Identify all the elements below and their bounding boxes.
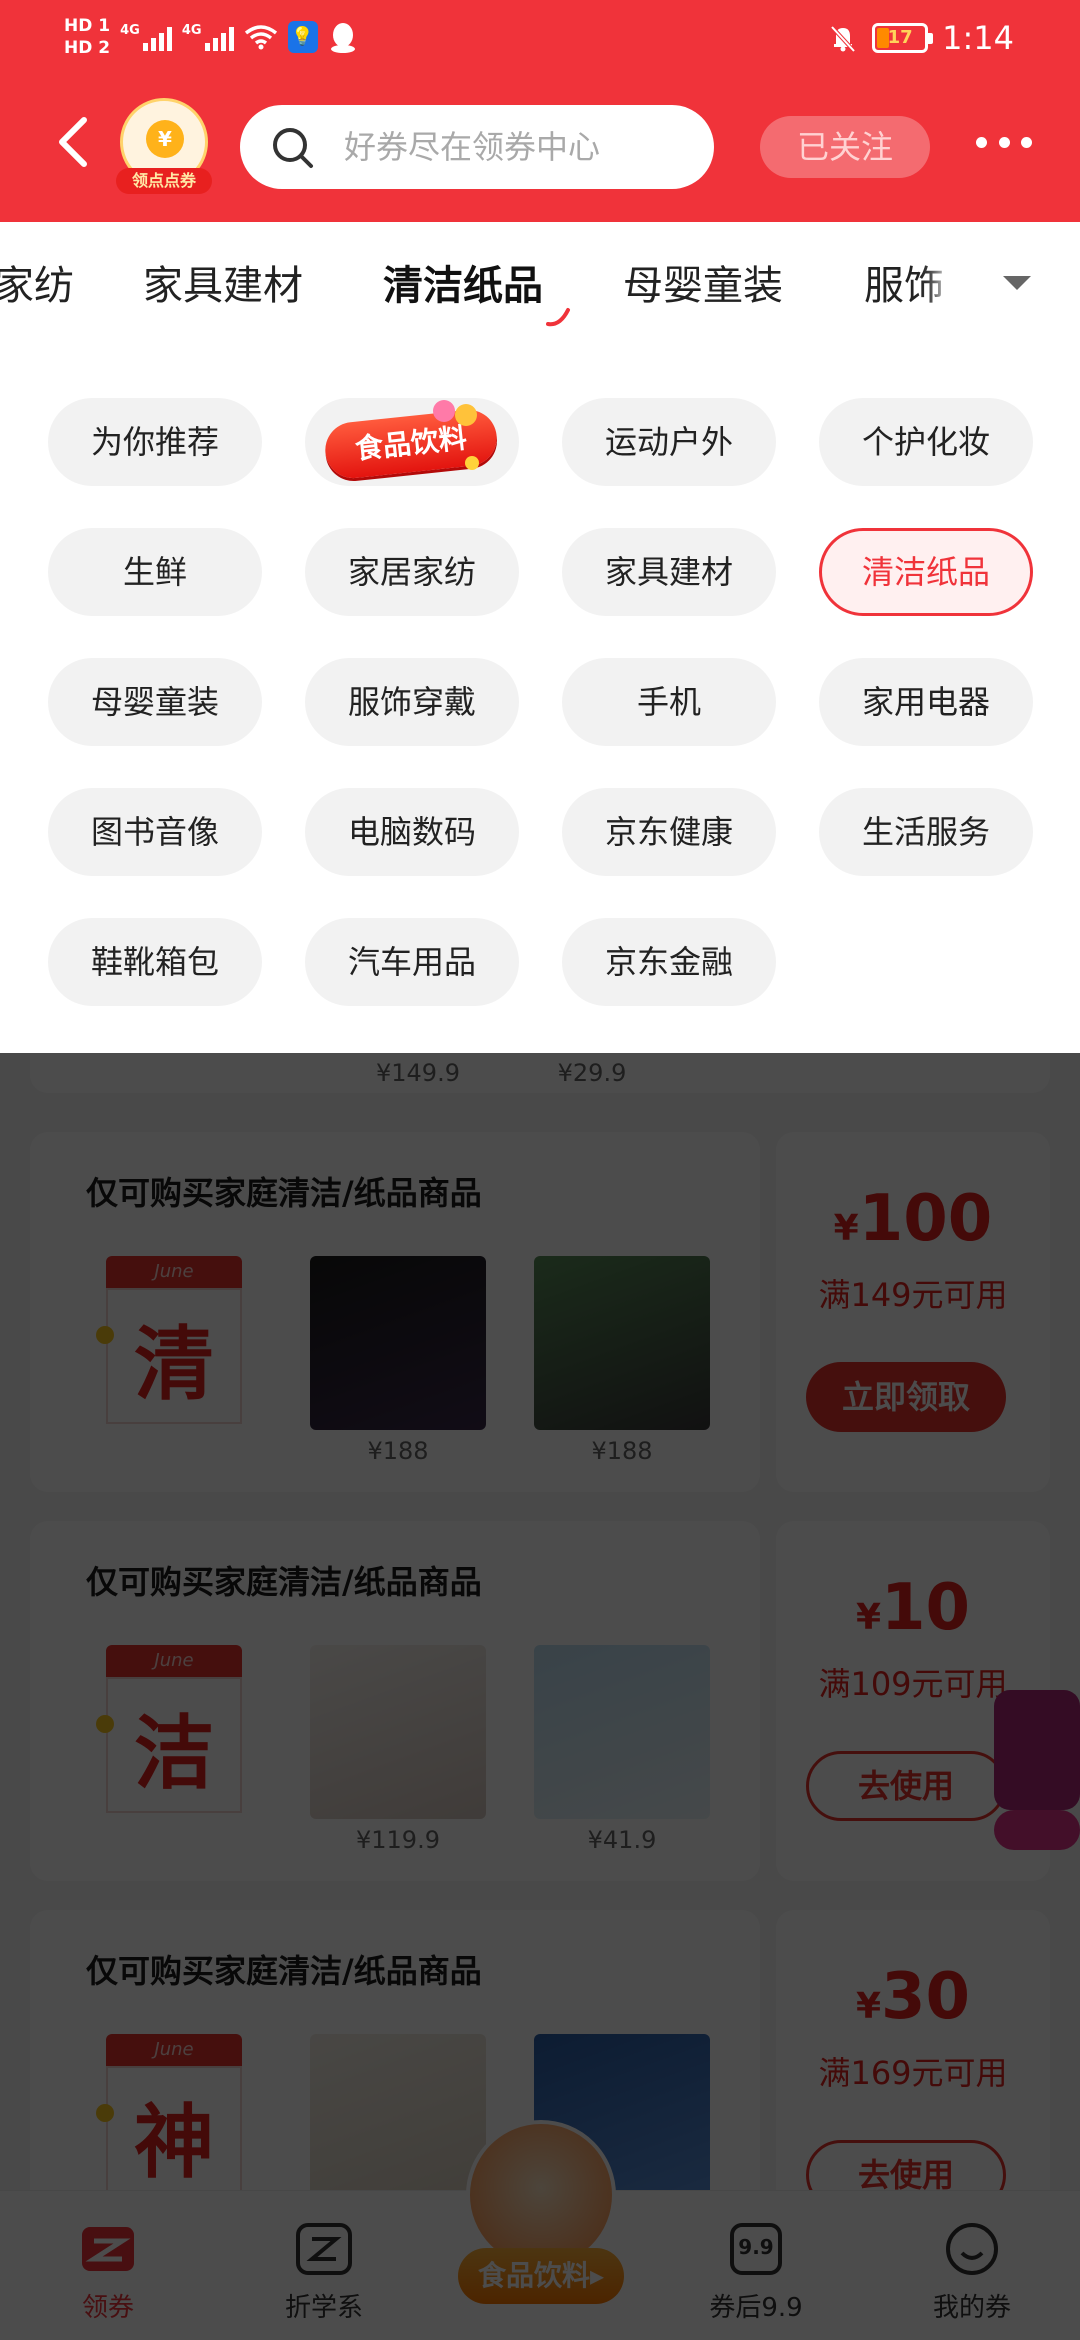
product-image[interactable] [310,1645,486,1819]
chevron-down-icon[interactable] [1003,276,1031,290]
category-chip[interactable]: 家居家纺 [305,528,519,616]
calendar-icon: June 清 [96,1256,246,1428]
product-price: ¥149.9 [376,1059,460,1087]
nav-label: 领券 [81,2293,134,2323]
category-chip-food[interactable]: 食品饮料 [305,398,519,486]
category-chip[interactable]: 个护化妆 [819,398,1033,486]
coupon-icon [82,2227,134,2271]
candy-icon [455,404,477,426]
coupon-card: 仅可购买家庭清洁/纸品商品 June 清 ¥188 ¥188 [30,1132,760,1492]
qq-icon [330,23,355,53]
product-price: ¥41.9 [587,1826,657,1854]
category-chip[interactable]: 为你推荐 [48,398,262,486]
star-icon [465,456,479,470]
tab-cleaning-paper[interactable]: 清洁纸品 [383,222,543,350]
floating-game-widget[interactable] [994,1690,1080,1850]
sim2-label: HD 2 [64,38,111,58]
product-price: ¥119.9 [356,1826,440,1854]
z-icon [296,2223,352,2275]
coupon-amount: ¥30 [855,1960,971,2034]
product-image[interactable] [310,1256,486,1430]
more-icon[interactable] [976,132,1032,152]
sim1-label: HD 1 [64,16,111,36]
calendar-icon: June 洁 [96,1645,246,1817]
nav-my-coupons[interactable]: 我的券 [882,2191,1062,2340]
coupon-condition: 满169元可用 [818,2054,1008,2092]
product-price: ¥188 [591,1437,653,1465]
tab-home-textile[interactable]: 家纺 [0,222,74,350]
coupon-title: 仅可购买家庭清洁/纸品商品 [86,1563,482,1601]
category-chip[interactable]: 家用电器 [819,658,1033,746]
category-chip-selected[interactable]: 清洁纸品 [819,528,1033,616]
candy-icon [433,400,455,422]
badge-label: 领点点券 [116,168,212,194]
category-chip[interactable]: 生鲜 [48,528,262,616]
coupon-amount: ¥100 [833,1182,993,1256]
category-chip[interactable]: 京东健康 [562,788,776,876]
category-chip[interactable]: 图书音像 [48,788,262,876]
category-chip[interactable]: 鞋靴箱包 [48,918,262,1006]
coupon-card-partial: ¥149.9 ¥29.9 [30,1053,1050,1093]
coupon-condition: 满149元可用 [818,1276,1008,1314]
category-chip[interactable]: 家具建材 [562,528,776,616]
signal-icon-2: 4G [182,23,234,51]
category-chip[interactable]: 母婴童装 [48,658,262,746]
nav-label: 折学系 [284,2293,363,2323]
category-chip[interactable]: 电脑数码 [305,788,519,876]
calendar-icon: June 神 [96,2034,246,2206]
clock: 1:14 [942,19,1014,57]
product-image[interactable] [534,1256,710,1430]
network-label: 4G [120,23,140,38]
shop-badge[interactable]: ¥ 领点点券 [116,98,212,194]
search-icon [273,128,313,168]
category-chip[interactable]: 服饰穿戴 [305,658,519,746]
coupon-title: 仅可购买家庭清洁/纸品商品 [86,1952,482,1990]
category-tabs: 家纺 家具建材 清洁纸品 母婴童装 服饰 [0,222,1080,350]
coupon-value-card: ¥100 满149元可用 立即领取 [776,1132,1050,1492]
category-dropdown-panel: 为你推荐 食品饮料 运动户外 个护化妆 生鲜 家居家纺 家具建材 清洁纸品 母婴… [0,350,1080,1053]
product-price: ¥188 [367,1437,429,1465]
sim-indicator: HD 1 HD 2 [64,15,110,59]
top-bar: HD 1 HD 2 4G 4G 💡 17 1:14 ¥ 领点点券 好券尽在领券中… [0,0,1080,222]
network-label-2: 4G [181,23,202,38]
promo-label: 食品饮料▸ [458,2248,624,2304]
coin-icon: ¥ [146,120,184,158]
nav-label: 券后9.9 [709,2293,803,2323]
nav-coupons[interactable]: 领券 [18,2191,198,2340]
coupon-card: 仅可购买家庭清洁/纸品商品 June 洁 ¥119.9 ¥41.9 [30,1521,760,1881]
category-chip[interactable]: 京东金融 [562,918,776,1006]
tab-active-indicator [546,308,570,327]
follow-button[interactable]: 已关注 [760,116,930,178]
coupon-title: 仅可购买家庭清洁/纸品商品 [86,1174,482,1212]
product-price: ¥29.9 [557,1059,627,1087]
header: ¥ 领点点券 好券尽在领券中心 已关注 [0,92,1080,202]
lightbulb-icon: 💡 [287,21,318,53]
nav-label: 我的券 [932,2293,1011,2323]
nav-center-promo[interactable]: 食品饮料▸ [458,2120,624,2340]
signal-icon: 4G [120,23,172,51]
battery-level: 17 [887,27,913,48]
category-chip[interactable]: 手机 [562,658,776,746]
nav-after-coupon-99[interactable]: 9.9 券后9.9 [666,2191,846,2340]
category-chip[interactable]: 汽车用品 [305,918,519,1006]
coupon-amount: ¥10 [855,1571,971,1645]
status-bar: HD 1 HD 2 4G 4G 💡 17 1:14 [0,0,1080,72]
tab-apparel[interactable]: 服饰 [864,222,944,350]
category-chip[interactable]: 运动户外 [562,398,776,486]
icon-99-label: 9.9 [738,2235,774,2259]
nav-discount-series[interactable]: 折学系 [234,2191,414,2340]
claim-button[interactable]: 立即领取 [806,1362,1006,1432]
wifi-icon [244,25,277,50]
mute-bell-icon [830,25,856,53]
category-chip[interactable]: 生活服务 [819,788,1033,876]
tab-baby-kids[interactable]: 母婴童装 [623,222,783,350]
battery-icon: 17 [872,23,934,53]
search-placeholder: 好券尽在领券中心 [344,128,601,166]
use-button[interactable]: 去使用 [806,1751,1006,1821]
product-image[interactable] [534,1645,710,1819]
smile-icon [946,2223,998,2275]
back-icon[interactable] [52,112,96,172]
search-bar[interactable]: 好券尽在领券中心 [240,105,714,189]
tab-furniture[interactable]: 家具建材 [143,222,303,350]
